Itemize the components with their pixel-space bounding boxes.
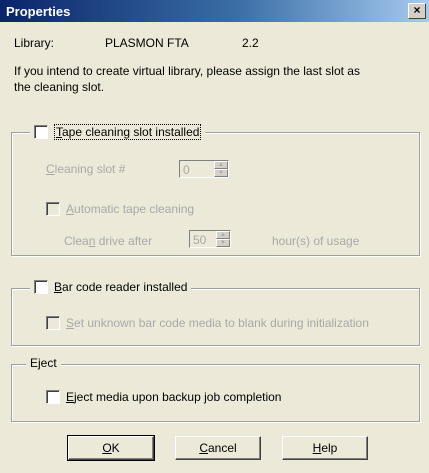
cleaning-slot-label: Cleaning slot # bbox=[46, 162, 126, 176]
automatic-cleaning-label: Automatic tape cleaning bbox=[66, 202, 195, 216]
automatic-cleaning-checkbox[interactable]: Automatic tape cleaning bbox=[46, 202, 194, 216]
spin-up-icon[interactable]: ▲ bbox=[216, 231, 230, 239]
cancel-button[interactable]: Cancel bbox=[175, 436, 261, 460]
close-icon: × bbox=[413, 3, 421, 17]
spin-down-icon[interactable]: ▼ bbox=[216, 239, 230, 247]
window-title: Properties bbox=[6, 4, 71, 19]
bar-code-label: Bar code reader installed bbox=[54, 280, 188, 294]
library-name: PLASMON FTA bbox=[105, 36, 189, 50]
tape-cleaning-label: Tape cleaning slot installed bbox=[54, 124, 202, 140]
bar-code-checkbox-box[interactable] bbox=[34, 280, 48, 294]
set-unknown-bar-code-checkbox-box[interactable] bbox=[46, 316, 60, 330]
cancel-button-label: Cancel bbox=[199, 441, 237, 455]
library-version: 2.2 bbox=[242, 36, 259, 50]
spin-up-icon[interactable]: ▲ bbox=[214, 161, 228, 169]
clean-drive-after-spinner[interactable]: 50 ▲ ▼ bbox=[189, 230, 231, 248]
tape-cleaning-checkbox-box[interactable] bbox=[34, 125, 48, 139]
help-button[interactable]: Help bbox=[282, 436, 368, 460]
eject-media-checkbox-box[interactable] bbox=[46, 390, 60, 404]
cleaning-slot-spinner[interactable]: 0 ▲ ▼ bbox=[179, 160, 229, 178]
bar-code-checkbox[interactable]: Bar code reader installed bbox=[30, 280, 192, 294]
help-button-label: Help bbox=[312, 441, 338, 455]
tape-cleaning-checkbox[interactable]: Tape cleaning slot installed bbox=[30, 124, 206, 140]
eject-group-legend: Eject bbox=[26, 356, 61, 370]
eject-media-label: Eject media upon backup job completion bbox=[66, 390, 282, 404]
set-unknown-bar-code-checkbox[interactable]: Set unknown bar code media to blank duri… bbox=[46, 316, 369, 330]
clean-drive-after-label: Clean drive after bbox=[64, 234, 153, 248]
eject-group-label: Eject bbox=[30, 356, 57, 370]
info-text-line2: the cleaning slot. bbox=[14, 80, 105, 94]
ok-button-label: OK bbox=[102, 441, 120, 455]
close-button[interactable]: × bbox=[408, 3, 426, 19]
spin-down-icon[interactable]: ▼ bbox=[214, 169, 228, 177]
title-bar: Properties × bbox=[0, 0, 429, 22]
info-text-line1: If you intend to create virtual library,… bbox=[14, 64, 360, 78]
eject-media-checkbox[interactable]: Eject media upon backup job completion bbox=[46, 390, 281, 404]
ok-button[interactable]: OK bbox=[67, 435, 155, 461]
cleaning-slot-value: 0 bbox=[183, 163, 190, 177]
clean-drive-after-value: 50 bbox=[193, 233, 207, 247]
library-label: Library: bbox=[14, 36, 55, 50]
automatic-cleaning-checkbox-box[interactable] bbox=[46, 202, 60, 216]
set-unknown-bar-code-label: Set unknown bar code media to blank duri… bbox=[66, 316, 369, 330]
hours-of-usage-label: hour(s) of usage bbox=[272, 234, 360, 248]
